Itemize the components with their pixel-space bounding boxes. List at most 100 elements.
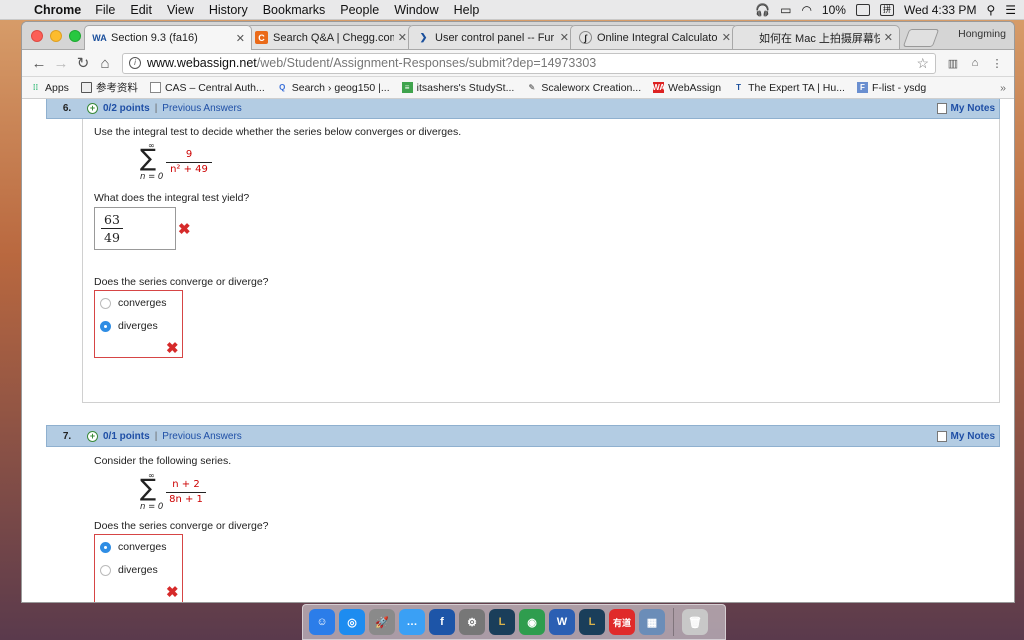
apps-grid-icon: ⁞⁞ bbox=[32, 83, 39, 92]
previous-answers-link[interactable]: Previous Answers bbox=[162, 431, 241, 442]
choice-converges[interactable]: converges bbox=[100, 297, 166, 309]
youdao-icon[interactable]: 有道 bbox=[609, 609, 635, 635]
menu-app-name[interactable]: Chrome bbox=[34, 3, 81, 17]
trash-icon[interactable]: 🗑 bbox=[682, 609, 708, 635]
tab-integral-calculator[interactable]: ∫ Online Integral Calculator - ✕ bbox=[570, 25, 738, 49]
menu-history[interactable]: History bbox=[209, 3, 248, 17]
tab-chegg[interactable]: C Search Q&A | Chegg.com ✕ bbox=[246, 25, 414, 49]
settings-icon[interactable]: ⚙ bbox=[459, 609, 485, 635]
points-link[interactable]: 0/2 points bbox=[103, 103, 150, 114]
bookmark-studystack[interactable]: ≡ itsashers's StudySt... bbox=[401, 82, 514, 94]
bookmark-apps[interactable]: ⁞⁞ Apps bbox=[30, 82, 69, 94]
tab-close-icon[interactable]: ✕ bbox=[236, 32, 245, 45]
choice-diverges[interactable]: diverges bbox=[100, 564, 158, 576]
points-link[interactable]: 0/1 points bbox=[103, 431, 150, 442]
tab-mac-screenshot[interactable]: 如何在 Mac 上拍摄屏幕快照 ✕ bbox=[732, 25, 900, 49]
menu-bookmarks[interactable]: Bookmarks bbox=[263, 3, 326, 17]
tab-close-icon[interactable]: ✕ bbox=[560, 31, 569, 44]
reload-icon[interactable]: ↻ bbox=[72, 54, 94, 72]
bookmark-scaleworx[interactable]: ✎ Scaleworx Creation... bbox=[526, 82, 641, 94]
wifi-icon[interactable]: ◠ bbox=[801, 3, 811, 17]
menu-file[interactable]: File bbox=[95, 3, 115, 17]
bookmark-webassign[interactable]: WA WebAssign bbox=[652, 82, 721, 94]
word-icon[interactable]: W bbox=[549, 609, 575, 635]
spotlight-icon[interactable]: ⚲ bbox=[986, 3, 995, 17]
extension-icon[interactable]: ▥ bbox=[942, 57, 964, 70]
league-icon[interactable]: L bbox=[489, 609, 515, 635]
tab-close-icon[interactable]: ✕ bbox=[722, 31, 731, 44]
address-bar[interactable]: i www.webassign.net/web/Student/Assignme… bbox=[122, 52, 936, 74]
bookmark-reference-folder[interactable]: 参考资料 bbox=[80, 80, 138, 95]
bookmark-star-icon[interactable]: ☆ bbox=[916, 55, 929, 72]
chrome-icon[interactable]: ◉ bbox=[519, 609, 545, 635]
bookmark-flist[interactable]: F F-list - ysdg bbox=[856, 82, 926, 94]
radio-button-selected[interactable] bbox=[100, 320, 111, 332]
bookmarks-overflow-icon[interactable]: » bbox=[1000, 82, 1006, 94]
separator: | bbox=[154, 102, 158, 114]
incorrect-x-icon: ✖ bbox=[166, 584, 179, 601]
new-tab-button[interactable] bbox=[902, 29, 940, 47]
radio-button[interactable] bbox=[100, 564, 111, 576]
window-minimize-button[interactable] bbox=[50, 30, 62, 42]
tab-close-icon[interactable]: ✕ bbox=[398, 31, 407, 44]
menu-view[interactable]: View bbox=[167, 3, 194, 17]
messages-icon[interactable]: … bbox=[399, 609, 425, 635]
choice-diverges[interactable]: diverges bbox=[100, 320, 158, 332]
menu-edit[interactable]: Edit bbox=[130, 3, 152, 17]
question-6-series: ∞ ∑ n = 0 9 n² + 49 bbox=[140, 141, 220, 182]
expand-plus-icon[interactable]: + bbox=[87, 102, 98, 114]
league2-icon[interactable]: L bbox=[579, 609, 605, 635]
browser-window: WA Section 9.3 (fa16) ✕ C Search Q&A | C… bbox=[22, 22, 1014, 602]
radio-button[interactable] bbox=[100, 297, 111, 309]
previous-answers-link[interactable]: Previous Answers bbox=[162, 103, 241, 114]
menu-window[interactable]: Window bbox=[394, 3, 438, 17]
safari-icon[interactable]: ◎ bbox=[339, 609, 365, 635]
webassign-favicon-icon: WA bbox=[92, 33, 107, 43]
finder-icon[interactable]: ☺ bbox=[309, 609, 335, 635]
integral-answer-box[interactable]: 63 49 bbox=[94, 207, 176, 250]
note-icon bbox=[936, 102, 947, 114]
bookmark-expert-ta[interactable]: T The Expert TA | Hu... bbox=[733, 82, 845, 94]
expand-plus-icon[interactable]: + bbox=[87, 430, 98, 442]
url-path: /web/Student/Assignment-Responses/submit… bbox=[256, 56, 597, 70]
launchpad-icon[interactable]: 🚀 bbox=[369, 609, 395, 635]
site-info-icon[interactable]: i bbox=[129, 57, 141, 69]
incorrect-x-icon: ✖ bbox=[166, 340, 179, 357]
airplay-icon[interactable]: ▭ bbox=[780, 3, 791, 17]
flist-icon: F bbox=[856, 82, 868, 93]
headset-icon[interactable]: 🎧 bbox=[755, 3, 770, 17]
answer-numerator: 63 bbox=[104, 212, 120, 227]
bookmark-geog150[interactable]: Q Search › geog150 |... bbox=[277, 82, 390, 94]
battery-percent[interactable]: 10% bbox=[822, 3, 846, 17]
question-number: 7. bbox=[62, 430, 72, 442]
menu-help[interactable]: Help bbox=[454, 3, 480, 17]
radio-button-selected[interactable] bbox=[100, 541, 111, 553]
profile-name[interactable]: Hongming bbox=[958, 28, 1006, 40]
my-notes-link[interactable]: My Notes bbox=[936, 430, 999, 442]
tab-section-9-3[interactable]: WA Section 9.3 (fa16) ✕ bbox=[84, 25, 252, 50]
menu-people[interactable]: People bbox=[340, 3, 379, 17]
my-notes-link[interactable]: My Notes bbox=[936, 102, 999, 114]
back-arrow-icon[interactable]: ← bbox=[28, 55, 50, 72]
question-7-series: ∞ ∑ n = 0 n + 2 8n + 1 bbox=[140, 471, 220, 512]
preview-icon[interactable]: ▦ bbox=[639, 609, 665, 635]
chrome-menu-icon[interactable]: ⋮ bbox=[986, 57, 1008, 70]
question-number: 6. bbox=[62, 102, 72, 114]
facebook-icon[interactable]: f bbox=[429, 609, 455, 635]
cast-icon[interactable]: ⌂ bbox=[964, 57, 986, 69]
choice-converges[interactable]: converges bbox=[100, 541, 166, 553]
window-maximize-button[interactable] bbox=[69, 30, 81, 42]
series-denominator: n² + 49 bbox=[170, 164, 208, 175]
notification-center-icon[interactable]: ☰ bbox=[1005, 3, 1016, 17]
bookmark-cas[interactable]: CAS – Central Auth... bbox=[149, 82, 265, 94]
incorrect-x-icon: ✖ bbox=[178, 221, 191, 238]
forward-arrow-icon[interactable]: → bbox=[50, 55, 72, 72]
battery-icon[interactable] bbox=[855, 3, 870, 16]
window-close-button[interactable] bbox=[31, 30, 43, 42]
tab-user-control-panel[interactable]: ❯ User control panel -- Fur Af ✕ bbox=[408, 25, 576, 49]
macos-menu-bar: Chrome File Edit View History Bookmarks … bbox=[0, 0, 1024, 20]
home-icon[interactable]: ⌂ bbox=[94, 55, 116, 72]
tab-close-icon[interactable]: ✕ bbox=[884, 31, 893, 44]
input-method-icon[interactable]: 拼 bbox=[879, 3, 894, 16]
clock[interactable]: Wed 4:33 PM bbox=[904, 3, 976, 17]
